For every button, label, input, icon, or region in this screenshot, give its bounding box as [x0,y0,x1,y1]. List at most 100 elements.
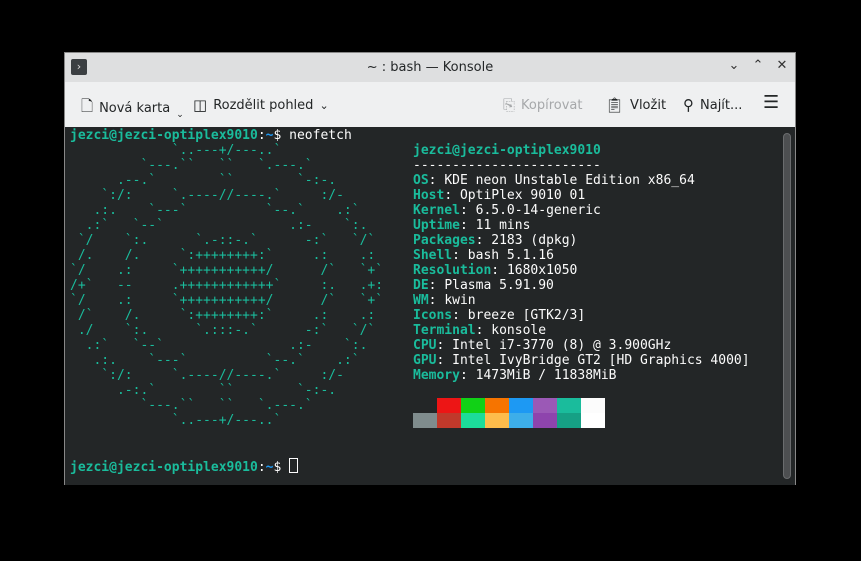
prompt-sign: $ [273,128,282,143]
scrollbar[interactable] [783,133,791,479]
color-block [581,413,605,428]
info-row: GPU: Intel IvyBridge GT2 [HD Graphics 40… [413,353,750,368]
chevron-down-icon[interactable]: ⌄ [319,99,328,112]
color-block [437,413,461,428]
kde-neon-ascii-logo: `..---+/---..` `---.`` `` `.---.` .--.` … [70,143,384,428]
color-block [557,398,581,413]
info-key: Kernel [413,203,460,218]
info-row: Shell: bash 5.1.16 [413,248,554,263]
info-row: DE: Plasma 5.91.90 [413,278,554,293]
prompt-path: ~ [265,460,274,475]
info-row: Uptime: 11 mins [413,218,531,233]
info-value: breeze [GTK2/3] [467,308,586,323]
color-block [413,398,437,413]
new-tab-icon: 🗋 [81,97,94,115]
prompt-line: jezci@jezci-optiplex9010:~$ neofetch [70,128,352,143]
info-row: Host: OptiPlex 9010 01 [413,188,586,203]
toolbar: 🗋 Nová karta ⌄ ◫ Rozdělit pohled ⌄ ⎘ Kopírova… [65,82,795,128]
color-block [485,398,509,413]
prompt-line: jezci@jezci-optiplex9010:~$ [70,458,299,475]
info-value: 11 mins [475,218,531,233]
color-block [533,413,557,428]
info-key: Memory [413,368,460,383]
terminal-view[interactable]: jezci@jezci-optiplex9010:~$ neofetch `..… [65,127,795,485]
prompt-sign: $ [273,460,282,475]
info-value: 6.5.0-14-generic [475,203,601,218]
info-key: Icons [413,308,453,323]
split-view-label: Rozdělit pohled [213,97,314,113]
info-row: Icons: breeze [GTK2/3] [413,308,586,323]
info-value: OptiPlex 9010 01 [459,188,586,203]
search-icon: ⚲ [683,96,694,114]
info-row: OS: KDE neon Unstable Edition x86_64 [413,173,695,188]
info-value: konsole [491,323,547,338]
info-key: Shell [413,248,453,263]
new-tab-button[interactable]: 🗋 Nová karta ⌄ [81,96,184,121]
prompt-user: jezci@jezci-optiplex9010 [70,460,258,475]
prompt-path: ~ [265,128,274,143]
color-block [557,413,581,428]
info-row: Resolution: 1680x1050 [413,263,578,278]
copy-button[interactable]: ⎘ Kopírovat [503,96,582,114]
text-cursor [289,458,299,473]
prompt-user: jezci@jezci-optiplex9010 [70,128,258,143]
prompt-sep: : [257,460,266,475]
konsole-window: › ~ : bash — Konsole ⌄ ⌃ ✕ 🗋 Nová karta ⌄ … [64,52,796,485]
color-block [485,413,509,428]
color-palette [413,398,605,428]
split-view-button[interactable]: ◫ Rozdělit pohled ⌄ [193,96,329,114]
color-block [461,398,485,413]
color-block [461,413,485,428]
paste-button[interactable]: 📋︎ Vložit [605,96,666,114]
color-block [533,398,557,413]
info-value: Plasma 5.91.90 [444,278,554,293]
info-row: CPU: Intel i7-3770 (8) @ 3.900GHz [413,338,672,353]
chevron-down-icon[interactable]: ⌄ [176,110,184,120]
info-value: Intel i7-3770 (8) @ 3.900GHz [452,338,672,353]
info-key: OS [413,173,429,188]
info-key: Host [413,188,445,203]
info-separator: ------------------------ [413,158,601,173]
info-value: Intel IvyBridge GT2 [HD Graphics 4000] [452,353,750,368]
info-key: Terminal [413,323,476,338]
color-block [509,398,533,413]
info-key: WM [413,293,429,308]
find-button[interactable]: ⚲ Najít... [683,96,742,114]
copy-icon: ⎘ [503,96,516,114]
info-key: Resolution [413,263,492,278]
info-key: Uptime [413,218,460,233]
info-value: kwin [444,293,476,308]
color-block [437,398,461,413]
color-block [509,413,533,428]
info-row: Memory: 1473MiB / 11838MiB [413,368,617,383]
info-value: 2183 (dpkg) [491,233,578,248]
info-row: Terminal: konsole [413,323,547,338]
info-value: 1473MiB / 11838MiB [475,368,617,383]
info-key: CPU [413,338,437,353]
info-key: DE [413,278,429,293]
info-row: Kernel: 6.5.0-14-generic [413,203,601,218]
color-block [413,413,437,428]
copy-label: Kopírovat [521,97,583,113]
window-title: ~ : bash — Konsole [366,60,494,75]
paste-icon: 📋︎ [605,96,625,114]
info-header: jezci@jezci-optiplex9010 [413,143,601,158]
info-key: Packages [413,233,476,248]
new-tab-label: Nová karta [99,101,171,116]
split-view-icon: ◫ [193,96,208,114]
info-key: GPU [413,353,437,368]
minimize-button[interactable]: ⌄ [725,58,743,73]
info-row: Packages: 2183 (dpkg) [413,233,578,248]
find-label: Najít... [700,97,743,113]
info-value: bash 5.1.16 [467,248,554,263]
command-text: neofetch [289,128,352,143]
title-bar[interactable]: › ~ : bash — Konsole ⌄ ⌃ ✕ [65,53,795,82]
color-block [581,398,605,413]
prompt-sep: : [257,128,266,143]
menu-icon: ☰ [763,92,780,113]
maximize-button[interactable]: ⌃ [749,58,767,73]
info-value: KDE neon Unstable Edition x86_64 [444,173,695,188]
close-button[interactable]: ✕ [773,58,791,73]
info-row: WM: kwin [413,293,476,308]
hamburger-menu-button[interactable]: ☰ [763,92,779,113]
